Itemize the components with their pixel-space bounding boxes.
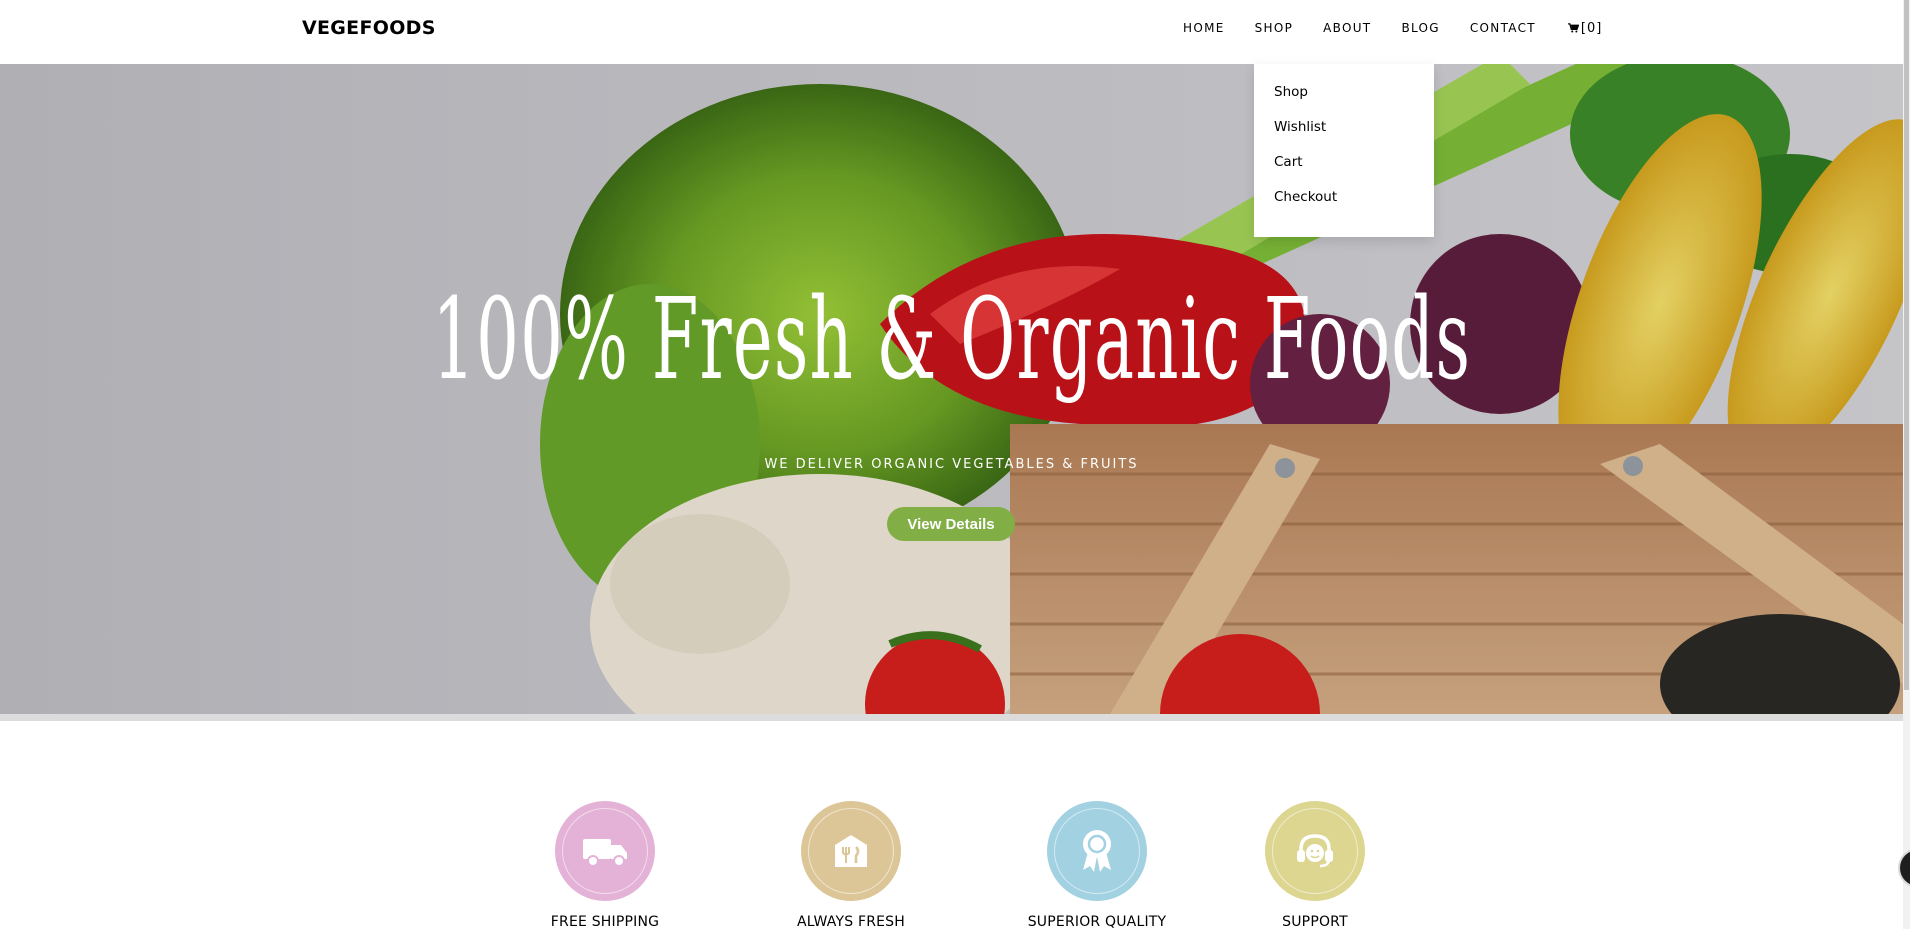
view-details-button[interactable]: View Details [887,507,1015,541]
dropdown-item-checkout[interactable]: Checkout [1254,189,1434,224]
nav-links: HOME SHOP ABOUT BLOG CONTACT [0] [1183,0,1602,56]
service-superior-quality: SUPERIOR QUALITY [997,801,1197,930]
service-title: SUPPORT [1282,914,1348,930]
service-support: SUPPORT [1215,801,1415,930]
nav-blog[interactable]: BLOG [1401,21,1439,35]
nav-about[interactable]: ABOUT [1323,21,1371,35]
nav-contact[interactable]: CONTACT [1470,21,1536,35]
services-section: FREE SHIPPING ALWAYS FRESH SUPERIOR QUAL… [0,721,1903,930]
shop-dropdown-menu: Shop Wishlist Cart Checkout [1254,64,1434,237]
service-title: FREE SHIPPING [550,914,660,930]
fresh-food-icon [835,835,867,867]
service-circle [1047,801,1147,901]
hero-title: 100% Fresh & Organic Foods [432,275,1472,405]
hero-divider [0,714,1903,721]
hero-subtitle: WE DELIVER ORGANIC VEGETABLES & FRUITS [764,457,1139,472]
truck-icon [583,839,627,867]
scrollbar-thumb[interactable] [1904,0,1909,690]
nav-shop[interactable]: SHOP [1255,21,1294,35]
hero-banner: 100% Fresh & Organic Foods WE DELIVER OR… [0,64,1903,714]
nav-cart[interactable]: [0] [1567,20,1603,36]
nav-home[interactable]: HOME [1183,21,1225,35]
service-circle [1265,801,1365,901]
cart-count: [0] [1580,20,1603,36]
award-icon [1083,830,1111,872]
brand-logo[interactable]: VEGEFOODS [302,17,436,39]
service-free-shipping: FREE SHIPPING [505,801,705,930]
service-title: SUPERIOR QUALITY [1027,914,1167,930]
dropdown-item-cart[interactable]: Cart [1254,154,1434,189]
service-always-fresh: ALWAYS FRESH [751,801,951,930]
service-circle [555,801,655,901]
service-title: ALWAYS FRESH [797,914,905,930]
dropdown-item-shop[interactable]: Shop [1254,84,1434,119]
cart-icon [1567,23,1579,33]
service-circle [801,801,901,901]
headset-support-icon [1297,834,1333,868]
navbar: VEGEFOODS HOME SHOP ABOUT BLOG CONTACT [… [0,0,1903,64]
dropdown-item-wishlist[interactable]: Wishlist [1254,119,1434,154]
